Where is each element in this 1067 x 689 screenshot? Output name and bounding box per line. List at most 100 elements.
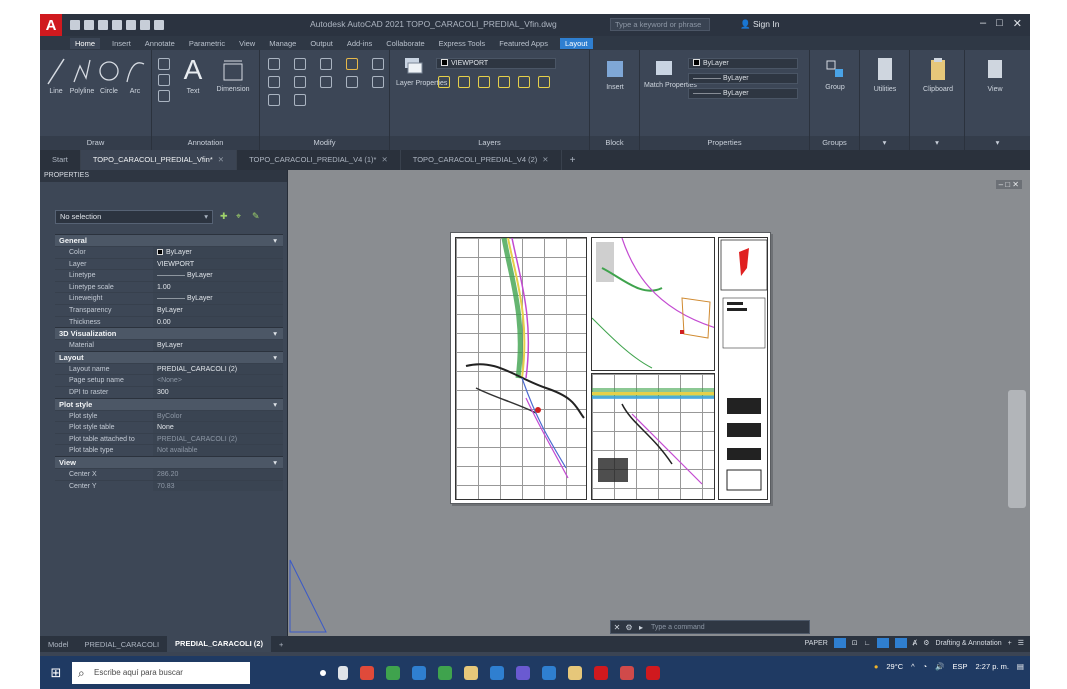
section-header[interactable]: General ▾ (55, 234, 283, 246)
property-row[interactable]: Linetype ———— ByLayer (55, 269, 283, 281)
workspace-label[interactable]: Drafting & Annotation (935, 640, 1001, 647)
property-row[interactable]: Plot table type Not available (55, 444, 283, 456)
layout-tab[interactable]: PREDIAL_CARACOLI (76, 640, 167, 649)
layer-properties-tool[interactable]: Layer Properties (396, 54, 447, 87)
property-value[interactable]: ———— ByLayer (153, 270, 283, 281)
layer-off-icon[interactable] (438, 76, 450, 88)
polar-icon[interactable] (876, 638, 889, 648)
snap-icon[interactable]: ⊡ (852, 639, 858, 647)
property-value[interactable]: 1.00 (153, 281, 283, 293)
property-value[interactable]: VIEWPORT (153, 258, 283, 270)
mtext-icon[interactable] (158, 90, 170, 102)
file-tab-start[interactable]: Start (40, 150, 81, 170)
insert-block-tool[interactable]: Insert (598, 58, 632, 91)
leader-icon[interactable] (158, 58, 170, 70)
tab-layout[interactable]: Layout (559, 37, 593, 49)
app-green-icon[interactable] (438, 665, 452, 680)
layer-previous-icon[interactable] (538, 76, 550, 88)
chrome-icon[interactable] (360, 665, 374, 680)
osnap-icon[interactable] (894, 638, 907, 648)
trim-icon[interactable] (320, 58, 332, 70)
utilities-panel-title[interactable]: ▾ (860, 136, 909, 150)
plus-icon[interactable]: + (1008, 640, 1012, 647)
modify-panel-title[interactable]: Modify (260, 136, 389, 150)
property-value[interactable]: ByLayer (153, 304, 283, 316)
property-value[interactable]: ———— ByLayer (153, 293, 283, 304)
copy-icon[interactable] (372, 58, 384, 70)
paper-space-toggle[interactable]: PAPER (805, 640, 828, 647)
property-value[interactable]: 300 (153, 386, 283, 398)
chevron-down-icon[interactable]: ▾ (273, 235, 277, 247)
text-tool[interactable]: A Text (178, 54, 208, 95)
select-objects-icon[interactable]: ⌖ (236, 211, 246, 221)
utilities-tool[interactable]: Utilities (866, 56, 904, 93)
tab-insert[interactable]: Insert (110, 39, 133, 48)
viewport-controls[interactable]: – □ ✕ (995, 180, 1022, 189)
windows-start-icon[interactable]: ⊞ (40, 656, 72, 689)
new-tab-plus-icon[interactable]: + (562, 155, 584, 166)
property-row[interactable]: Center X 286.20 (55, 467, 283, 480)
tab-view[interactable]: View (237, 39, 257, 48)
rotate-icon[interactable] (294, 58, 306, 70)
save-as-icon[interactable] (112, 20, 122, 30)
section-header[interactable]: 3D Visualization ▾ (55, 327, 283, 340)
close-icon[interactable]: ✕ (1013, 17, 1022, 30)
match-properties-tool[interactable]: Match Properties (644, 56, 697, 89)
weather-icon[interactable]: ● (874, 662, 879, 671)
color-dropdown[interactable]: ByLayer (688, 58, 798, 69)
property-value[interactable]: 286.20 (153, 468, 283, 480)
clipboard-panel-title[interactable]: ▾ (910, 136, 964, 150)
clipboard-tool[interactable]: Clipboard (916, 56, 960, 93)
layout-tab-model[interactable]: Model (40, 640, 76, 649)
array-icon[interactable] (268, 94, 280, 106)
property-row[interactable]: DPI to raster 300 (55, 385, 283, 398)
section-header[interactable]: Layout ▾ (55, 350, 283, 363)
grid-toggle-icon[interactable] (833, 638, 846, 648)
file-tab[interactable]: TOPO_CARACOLI_PREDIAL_V4 (2) ✕ (401, 150, 562, 170)
ortho-icon[interactable]: ∟ (864, 640, 871, 647)
volume-icon[interactable]: 🔊 (935, 662, 944, 671)
dimension-tool[interactable]: Dimension (212, 58, 254, 93)
cortana-icon[interactable] (320, 669, 326, 676)
section-header[interactable]: Plot style ▾ (55, 397, 283, 411)
chevron-down-icon[interactable]: ▾ (273, 399, 277, 411)
viewport-main-map[interactable] (455, 237, 587, 500)
erase-icon[interactable] (346, 58, 358, 70)
property-value[interactable]: PREDIAL_CARACOLI (2) (153, 363, 283, 375)
tab-annotate[interactable]: Annotate (143, 39, 177, 48)
line-tool[interactable]: Line (44, 56, 68, 95)
close-tab-icon[interactable]: ✕ (381, 155, 387, 164)
save-icon[interactable] (98, 20, 108, 30)
language-indicator[interactable]: ESP (953, 662, 968, 671)
autocad-logo-icon[interactable]: A (40, 14, 62, 36)
sign-in-link[interactable]: 👤 Sign In (740, 19, 779, 30)
layer-lock-icon[interactable] (498, 76, 510, 88)
keyword-search-input[interactable]: Type a keyword or phrase (610, 18, 710, 31)
move-icon[interactable] (268, 58, 280, 70)
property-row[interactable]: Material ByLayer (55, 339, 283, 351)
explode-icon[interactable] (320, 76, 332, 88)
title-block[interactable] (718, 237, 768, 500)
customize-status-icon[interactable]: ☰ (1018, 639, 1024, 647)
layout-sheet[interactable] (450, 232, 771, 504)
block-panel-title[interactable]: Block (590, 136, 639, 150)
taskbar-search-input[interactable]: Escribe aquí para buscar (72, 661, 250, 684)
toggle-pickadd-icon[interactable]: ✚ (220, 211, 230, 221)
file-tab[interactable]: TOPO_CARACOLI_PREDIAL_V4 (1)* ✕ (237, 150, 401, 170)
redo-icon[interactable] (154, 20, 164, 30)
property-value[interactable]: 0.00 (153, 316, 283, 328)
layer-freeze-icon[interactable] (478, 76, 490, 88)
selection-dropdown[interactable]: No selection ▾ (55, 210, 213, 224)
tab-home[interactable]: Home (70, 37, 101, 49)
customize-icon[interactable]: ⚙ (623, 623, 635, 632)
tray-chevron-icon[interactable]: ^ (911, 662, 915, 671)
new-icon[interactable] (70, 20, 80, 30)
mirror-icon[interactable] (268, 76, 280, 88)
section-header[interactable]: View ▾ (55, 455, 283, 468)
linetype-dropdown[interactable]: ———— ByLayer (688, 73, 798, 84)
draw-panel-title[interactable]: Draw (40, 136, 151, 150)
arc-tool[interactable]: Arc (122, 56, 148, 95)
mail-icon[interactable] (542, 665, 556, 680)
app-red-icon[interactable] (620, 665, 634, 680)
circle-tool[interactable]: Circle (96, 56, 122, 95)
